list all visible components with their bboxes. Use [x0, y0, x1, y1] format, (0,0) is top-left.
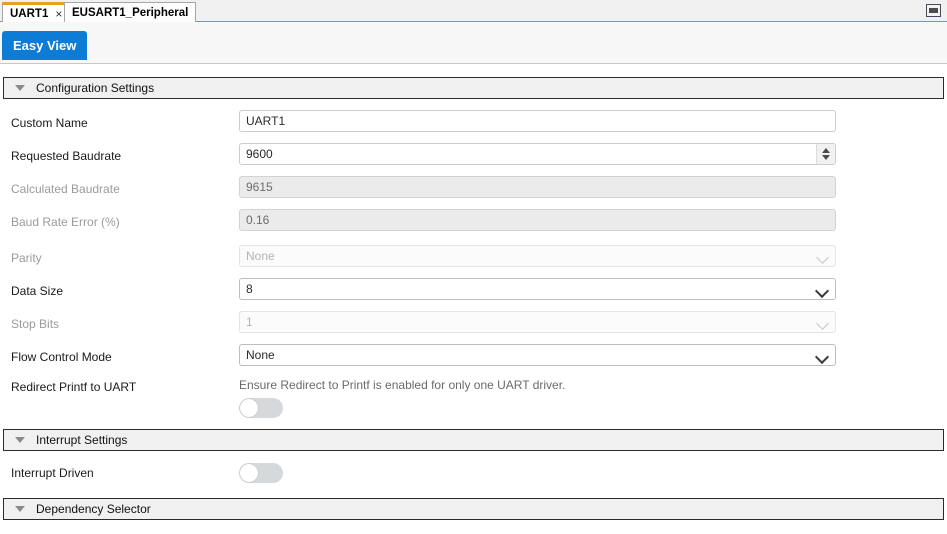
toggle-knob — [240, 464, 258, 482]
section-dependency-selector-title: Dependency Selector — [36, 502, 151, 516]
parity-select: None — [239, 245, 836, 267]
chevron-down-icon — [814, 283, 830, 299]
row-parity: Parity None — [0, 245, 947, 271]
row-baud-rate-error: Baud Rate Error (%) — [0, 209, 947, 235]
interrupt-driven-label: Interrupt Driven — [11, 466, 94, 480]
chevron-down-icon — [15, 437, 25, 443]
redirect-printf-toggle[interactable] — [239, 398, 283, 418]
toggle-knob — [240, 399, 258, 417]
row-custom-name: Custom Name — [0, 110, 947, 136]
spinner-up-icon[interactable] — [822, 148, 830, 153]
editor-tab-bar: UART1 × EUSART1_Peripheral — [0, 0, 947, 22]
uart-configuration-panel: UART1 × EUSART1_Peripheral Easy View Con… — [0, 0, 947, 534]
calculated-baudrate-control — [239, 176, 836, 198]
section-dependency-selector[interactable]: Dependency Selector — [3, 498, 944, 520]
tab-uart1-label: UART1 — [10, 7, 49, 20]
calculated-baudrate-input — [239, 176, 836, 198]
section-interrupt-settings-title: Interrupt Settings — [36, 433, 128, 447]
stop-bits-value: 1 — [246, 315, 253, 329]
custom-name-label: Custom Name — [11, 116, 88, 130]
tab-eusart1-peripheral-label: EUSART1_Peripheral — [72, 6, 189, 19]
redirect-printf-label: Redirect Printf to UART — [11, 380, 137, 394]
baud-rate-error-label: Baud Rate Error (%) — [11, 215, 120, 229]
custom-name-control — [239, 110, 836, 132]
easy-view-tab[interactable]: Easy View — [2, 31, 88, 60]
calculated-baudrate-label: Calculated Baudrate — [11, 182, 120, 196]
chevron-down-icon — [15, 506, 25, 512]
baud-rate-error-control — [239, 209, 836, 231]
row-interrupt-driven: Interrupt Driven — [0, 460, 947, 486]
custom-name-input[interactable] — [239, 110, 836, 132]
row-calculated-baudrate: Calculated Baudrate — [0, 176, 947, 202]
section-configuration-settings-title: Configuration Settings — [36, 81, 155, 95]
flow-control-mode-value: None — [246, 348, 275, 362]
view-toolbar: Easy View — [0, 22, 947, 64]
easy-view-label: Easy View — [13, 38, 77, 53]
stop-bits-select: 1 — [239, 311, 836, 333]
parity-control: None — [239, 245, 836, 267]
data-size-select[interactable]: 8 — [239, 278, 836, 300]
minimize-icon[interactable] — [926, 4, 941, 17]
parity-label: Parity — [11, 251, 42, 265]
requested-baudrate-spinner[interactable] — [816, 144, 835, 164]
requested-baudrate-input[interactable] — [239, 143, 836, 165]
row-data-size: Data Size 8 — [0, 278, 947, 304]
interrupt-driven-toggle[interactable] — [239, 463, 283, 483]
data-size-label: Data Size — [11, 284, 64, 298]
requested-baudrate-label: Requested Baudrate — [11, 149, 122, 163]
interrupt-driven-control — [239, 463, 836, 483]
chevron-down-icon — [816, 317, 829, 330]
parity-value: None — [246, 249, 275, 263]
flow-control-mode-control: None — [239, 344, 836, 366]
stop-bits-control: 1 — [239, 311, 836, 333]
stop-bits-label: Stop Bits — [11, 317, 60, 331]
data-size-value: 8 — [246, 282, 253, 296]
row-requested-baudrate: Requested Baudrate — [0, 143, 947, 169]
flow-control-mode-select[interactable]: None — [239, 344, 836, 366]
chevron-down-icon — [814, 349, 830, 365]
chevron-down-icon — [15, 85, 25, 91]
redirect-printf-control: Ensure Redirect to Printf is enabled for… — [239, 374, 836, 418]
tab-bar-filler — [209, 2, 947, 22]
baud-rate-error-input — [239, 209, 836, 231]
tab-eusart1-peripheral[interactable]: EUSART1_Peripheral — [64, 2, 197, 22]
section-interrupt-settings[interactable]: Interrupt Settings — [3, 429, 944, 451]
row-flow-control-mode: Flow Control Mode None — [0, 344, 947, 370]
spinner-down-icon[interactable] — [822, 155, 830, 160]
redirect-printf-hint: Ensure Redirect to Printf is enabled for… — [239, 378, 566, 392]
chevron-down-icon — [816, 251, 829, 264]
row-stop-bits: Stop Bits 1 — [0, 311, 947, 337]
close-icon[interactable]: × — [55, 8, 62, 20]
section-configuration-settings[interactable]: Configuration Settings — [3, 77, 944, 99]
requested-baudrate-control — [239, 143, 836, 165]
data-size-control: 8 — [239, 278, 836, 300]
tab-uart1[interactable]: UART1 × — [2, 2, 68, 22]
row-redirect-printf: Redirect Printf to UART Ensure Redirect … — [0, 374, 947, 419]
flow-control-mode-label: Flow Control Mode — [11, 350, 112, 364]
